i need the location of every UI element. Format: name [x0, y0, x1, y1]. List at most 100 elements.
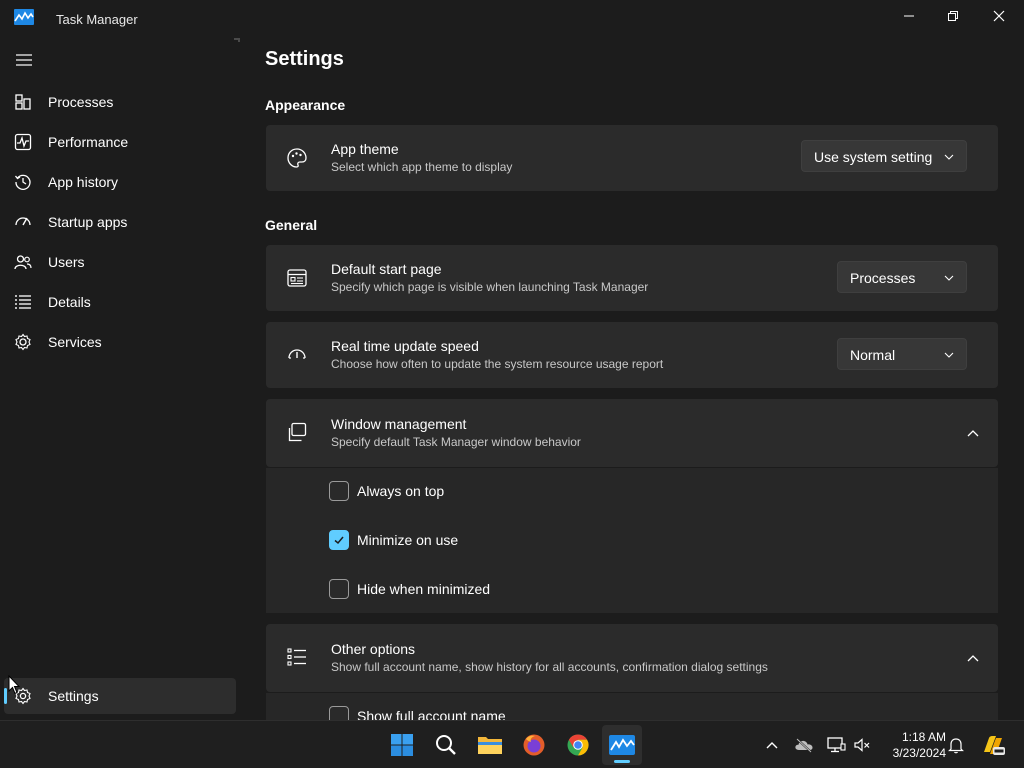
window-management-description: Specify default Task Manager window beha… — [331, 435, 581, 449]
app-theme-dropdown[interactable]: Use system setting — [801, 140, 967, 172]
app-theme-description: Select which app theme to display — [331, 160, 513, 174]
sidebar-item-users[interactable]: Users — [4, 244, 236, 280]
other-options-list: Show full account name — [266, 692, 998, 720]
sidebar-item-label: Startup apps — [48, 214, 128, 230]
other-options-expander[interactable]: Other options Show full account name, sh… — [266, 624, 998, 692]
chrome-icon — [567, 734, 589, 756]
dropdown-value: Processes — [850, 270, 916, 286]
task-manager-app-icon — [14, 9, 34, 25]
list-icon — [287, 648, 306, 666]
sidebar-item-app-history[interactable]: App history — [4, 164, 236, 200]
page-title: Settings — [265, 48, 344, 70]
dropdown-value: Use system setting — [814, 149, 933, 165]
minimize-button[interactable] — [886, 0, 932, 32]
sidebar-item-label: Processes — [48, 94, 114, 110]
title-bar[interactable]: Task Manager — [0, 0, 1024, 38]
services-icon — [15, 333, 31, 351]
restore-button[interactable] — [930, 0, 976, 32]
start-page-icon — [287, 269, 307, 287]
sidebar-item-processes[interactable]: Processes — [4, 84, 236, 120]
cloud-offline-icon — [795, 738, 813, 753]
show-full-account-name-option[interactable]: Show full account name — [329, 705, 506, 720]
file-explorer-button[interactable] — [470, 725, 510, 765]
restore-icon — [948, 11, 958, 21]
sidebar-item-label: App history — [48, 174, 119, 190]
window-management-expander[interactable]: Window management Specify default Task M… — [266, 399, 998, 467]
show-full-account-name-checkbox[interactable] — [329, 706, 349, 720]
update-speed-card: Real time update speed Choose how often … — [266, 322, 998, 388]
minimize-on-use-option[interactable]: Minimize on use — [329, 529, 458, 551]
show-hidden-icons-button[interactable] — [762, 735, 782, 755]
minimize-icon — [904, 15, 914, 17]
sidebar-item-label: Users — [48, 254, 85, 270]
users-icon — [14, 255, 32, 270]
hide-when-minimized-option[interactable]: Hide when minimized — [329, 578, 490, 600]
sidebar-item-services[interactable]: Services — [4, 324, 236, 360]
window-management-options: Always on top Minimize on use Hide when … — [266, 467, 998, 613]
default-start-page-description: Specify which page is visible when launc… — [331, 280, 649, 294]
chevron-down-icon — [944, 352, 954, 358]
default-start-page-title: Default start page — [331, 261, 442, 277]
window-title: Task Manager — [56, 12, 138, 27]
always-on-top-option[interactable]: Always on top — [329, 480, 444, 502]
copilot-preview-button[interactable] — [980, 735, 1006, 755]
app-theme-title: App theme — [331, 141, 399, 157]
default-start-page-dropdown[interactable]: Processes — [837, 261, 967, 293]
palette-icon — [287, 148, 307, 168]
navigation-sidebar: Processes Performance App history Startu… — [0, 38, 240, 720]
clock[interactable]: 1:18 AM 3/23/2024 — [880, 729, 946, 761]
network-tray-button[interactable] — [826, 735, 846, 755]
section-heading-general: General — [265, 217, 318, 233]
firefox-button[interactable] — [514, 725, 554, 765]
sidebar-item-settings[interactable]: Settings — [4, 678, 236, 714]
settings-page: Settings Appearance App theme Select whi… — [240, 38, 1024, 720]
active-indicator — [4, 688, 7, 704]
folder-icon — [478, 737, 502, 754]
checkbox-label: Always on top — [357, 483, 445, 499]
chevron-down-icon — [944, 275, 954, 281]
window-management-icon — [288, 422, 307, 442]
volume-tray-button[interactable] — [852, 735, 872, 755]
dropdown-value: Normal — [850, 347, 896, 363]
start-button[interactable] — [382, 725, 422, 765]
sidebar-item-details[interactable]: Details — [4, 284, 236, 320]
mouse-cursor-icon — [8, 675, 20, 695]
sidebar-item-label: Details — [48, 294, 91, 310]
copilot-icon — [984, 736, 1005, 755]
chevron-up-icon[interactable] — [966, 651, 980, 665]
chrome-button[interactable] — [558, 725, 598, 765]
checkbox-label: Minimize on use — [357, 532, 459, 548]
search-button[interactable] — [426, 725, 466, 765]
sidebar-item-label: Services — [48, 334, 102, 350]
speedometer-icon — [288, 349, 306, 359]
sidebar-item-performance[interactable]: Performance — [4, 124, 236, 160]
sidebar-item-startup-apps[interactable]: Startup apps — [4, 204, 236, 240]
startup-apps-icon — [15, 217, 31, 226]
app-theme-card: App theme Select which app theme to disp… — [266, 125, 998, 191]
close-button[interactable] — [976, 0, 1022, 32]
hide-when-minimized-checkbox[interactable] — [329, 579, 349, 599]
update-speed-dropdown[interactable]: Normal — [837, 338, 967, 370]
always-on-top-checkbox[interactable] — [329, 481, 349, 501]
chevron-up-icon[interactable] — [966, 426, 980, 440]
window-management-title: Window management — [331, 416, 467, 432]
processes-icon — [15, 94, 31, 110]
bell-icon — [948, 738, 964, 754]
network-icon — [827, 737, 846, 753]
checkbox-label: Show full account name — [357, 708, 506, 720]
section-heading-appearance: Appearance — [265, 97, 346, 113]
firefox-icon — [523, 734, 545, 756]
hamburger-menu-button[interactable] — [12, 48, 36, 72]
app-history-icon — [14, 174, 31, 190]
checkmark-icon — [334, 536, 344, 545]
onedrive-tray-button[interactable] — [794, 735, 814, 755]
hamburger-icon — [16, 54, 32, 66]
minimize-on-use-checkbox[interactable] — [329, 530, 349, 550]
volume-muted-icon — [854, 738, 870, 752]
task-manager-taskbar-button[interactable] — [602, 725, 642, 765]
other-options-title: Other options — [331, 641, 416, 657]
sidebar-item-label: Performance — [48, 134, 129, 150]
notifications-button[interactable] — [946, 735, 966, 755]
chevron-down-icon — [944, 154, 954, 160]
windows-logo-icon — [391, 734, 413, 756]
